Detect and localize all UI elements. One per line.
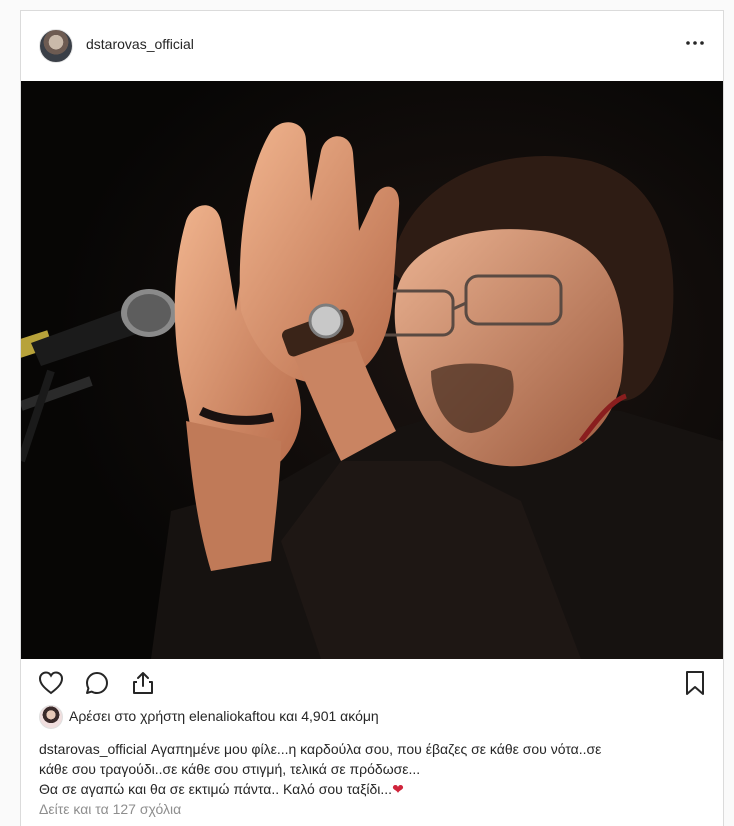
caption-line-3: Θα σε αγαπώ και θα σε εκτιμώ πάντα.. Καλ… (39, 779, 715, 799)
caption-username[interactable]: dstarovas_official (39, 741, 147, 757)
photo-illustration (21, 81, 723, 659)
caption-text-1: Αγαπημένε μου φίλε...η καρδούλα σου, που… (150, 741, 602, 757)
post-card: dstarovas_official Αρέσει στο χρήστη ele… (20, 10, 724, 826)
profile-avatar[interactable] (39, 29, 73, 63)
caption-text-3: Θα σε αγαπώ και θα σε εκτιμώ πάντα.. Καλ… (39, 781, 393, 797)
caption-line-1: dstarovas_official Αγαπημένε μου φίλε...η… (39, 739, 715, 759)
caption-line-2: κάθε σου τραγούδι..σε κάθε σου στιγμή, τ… (39, 761, 421, 777)
bookmark-icon[interactable] (681, 669, 709, 697)
post-header: dstarovas_official (21, 11, 723, 81)
heart-icon[interactable] (37, 669, 65, 697)
comment-bubble-icon[interactable] (83, 669, 111, 697)
post-caption: dstarovas_official Αγαπημένε μου φίλε...η… (39, 739, 715, 799)
share-upload-icon[interactable] (129, 669, 157, 697)
post-actions-bar (21, 659, 723, 703)
post-photo[interactable] (21, 81, 723, 659)
liker-avatar[interactable] (39, 705, 63, 729)
likes-text[interactable]: Αρέσει στο χρήστη elenaliokaftou και 4,9… (69, 708, 379, 724)
more-horizontal-icon[interactable] (683, 31, 707, 55)
view-all-comments-link[interactable]: Δείτε και τα 127 σχόλια (39, 801, 181, 817)
red-heart-emoji-icon: ❤ (392, 781, 404, 797)
post-username[interactable]: dstarovas_official (86, 36, 194, 52)
likes-row: Αρέσει στο χρήστη elenaliokaftou και 4,9… (39, 705, 699, 729)
